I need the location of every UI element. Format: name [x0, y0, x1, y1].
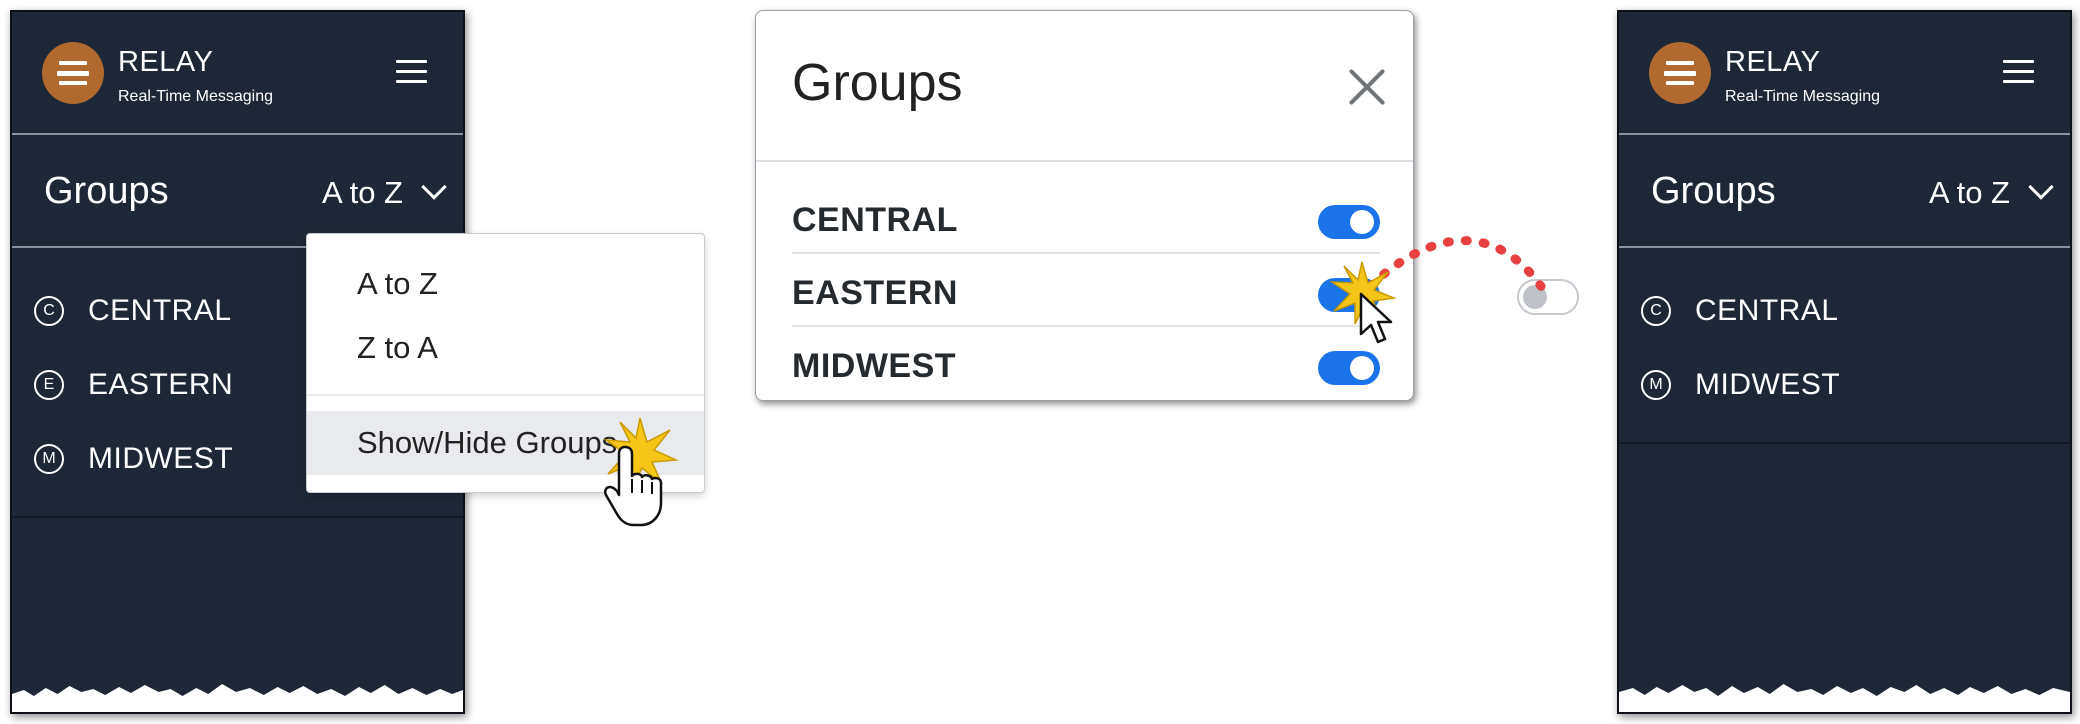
group-label: MIDWEST [1695, 368, 1841, 401]
app-header: RELAY Real-Time Messaging [1619, 12, 2070, 135]
menu-divider [307, 394, 704, 396]
groups-title: Groups [1651, 170, 1776, 212]
relay-logo-icon [1649, 42, 1711, 104]
chevron-down-icon [421, 174, 447, 200]
hamburger-menu-icon[interactable] [396, 60, 427, 84]
group-badge: C [1641, 296, 1671, 326]
sort-select[interactable]: A to Z [322, 174, 447, 211]
modal-row-label: CENTRAL [792, 201, 958, 239]
modal-row-eastern: EASTERN [792, 254, 1380, 327]
group-label: CENTRAL [88, 294, 232, 327]
menu-item-a-to-z[interactable]: A to Z [307, 266, 704, 310]
list-divider [1619, 442, 2070, 444]
group-badge: E [34, 370, 64, 400]
app-panel-after: RELAY Real-Time Messaging Groups A to Z … [1617, 10, 2072, 714]
close-icon[interactable] [1347, 67, 1387, 107]
relay-logo-icon [42, 42, 104, 104]
torn-edge [1619, 684, 2070, 712]
chevron-down-icon [2028, 174, 2054, 200]
group-label: EASTERN [88, 368, 234, 401]
modal-row-midwest: MIDWEST [792, 327, 1380, 400]
groups-title: Groups [44, 170, 169, 212]
toggle-eastern-off[interactable] [1517, 279, 1579, 315]
group-list: C CENTRAL M MIDWEST [1619, 248, 2070, 444]
modal-divider [756, 160, 1413, 162]
torn-edge [12, 684, 463, 712]
toggle-central[interactable] [1318, 205, 1380, 239]
toggle-eastern[interactable] [1318, 278, 1380, 312]
app-subtitle: Real-Time Messaging [1725, 88, 1881, 105]
group-badge: M [1641, 370, 1671, 400]
sort-value: A to Z [322, 175, 403, 210]
sort-dropdown-menu: A to Z Z to A Show/Hide Groups [306, 233, 705, 493]
group-item-central[interactable]: C CENTRAL [1619, 274, 2070, 348]
groups-header: Groups A to Z [12, 135, 463, 248]
toggle-midwest[interactable] [1318, 351, 1380, 385]
modal-row-label: MIDWEST [792, 347, 957, 385]
group-label: MIDWEST [88, 442, 234, 475]
modal-row-central: CENTRAL [792, 181, 1380, 254]
app-title: RELAY [1725, 46, 1821, 78]
menu-item-show-hide-groups[interactable]: Show/Hide Groups [307, 411, 704, 475]
sort-value: A to Z [1929, 175, 2010, 210]
list-divider [12, 516, 463, 518]
group-badge: C [34, 296, 64, 326]
group-label: CENTRAL [1695, 294, 1839, 327]
app-subtitle: Real-Time Messaging [118, 88, 274, 105]
app-header: RELAY Real-Time Messaging [12, 12, 463, 135]
modal-row-label: EASTERN [792, 274, 958, 312]
modal-title: Groups [792, 54, 963, 112]
hamburger-menu-icon[interactable] [2003, 60, 2034, 84]
groups-modal: Groups CENTRAL EASTERN MIDWEST [755, 10, 1414, 401]
group-item-midwest[interactable]: M MIDWEST [1619, 348, 2070, 422]
group-badge: M [34, 444, 64, 474]
sort-select[interactable]: A to Z [1929, 174, 2054, 211]
app-title: RELAY [118, 46, 214, 78]
menu-item-z-to-a[interactable]: Z to A [307, 330, 704, 374]
groups-header: Groups A to Z [1619, 135, 2070, 248]
